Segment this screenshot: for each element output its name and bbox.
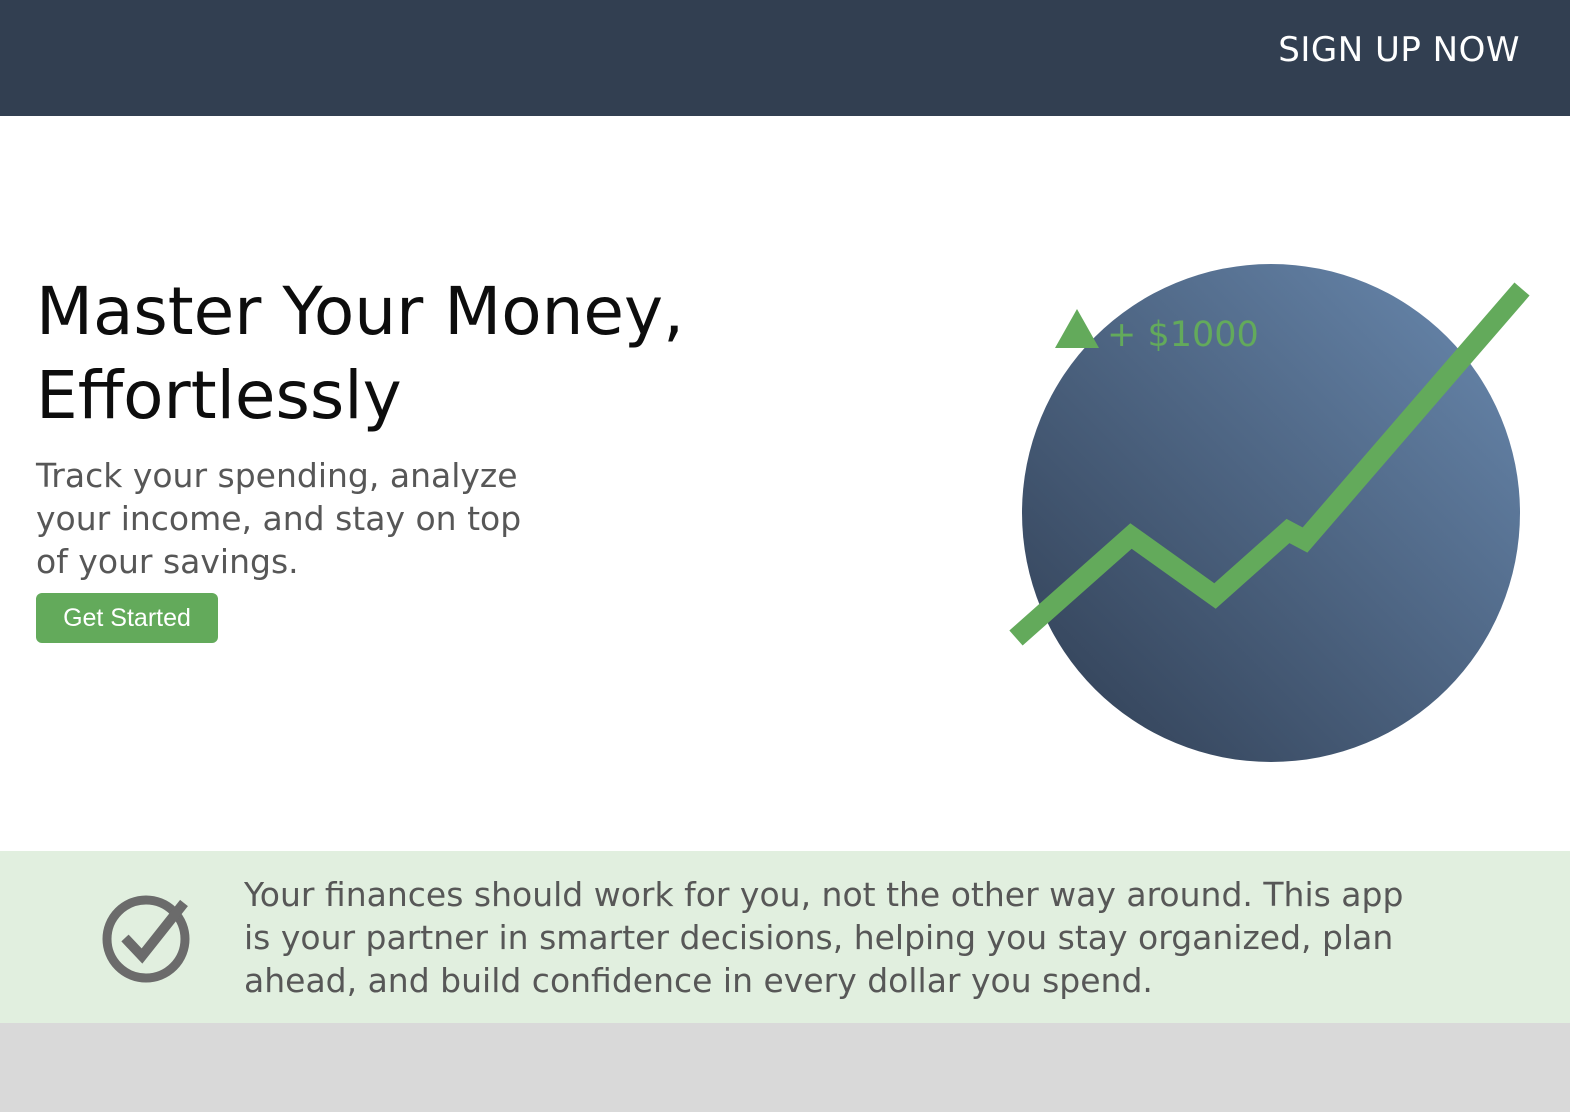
up-triangle-icon xyxy=(1055,309,1099,348)
gain-label: + $1000 xyxy=(1107,315,1259,355)
top-navigation-bar: SIGN UP NOW xyxy=(0,0,1570,116)
illustration-circle xyxy=(1022,264,1520,762)
page-footer xyxy=(0,1023,1570,1112)
check-circle-icon xyxy=(102,895,190,983)
growth-illustration: + $1000 xyxy=(1009,264,1530,762)
hero-subtitle: Track your spending, analyze your income… xyxy=(36,456,522,581)
features-text: Your finances should work for you, not t… xyxy=(244,875,1404,1000)
get-started-button[interactable]: Get Started xyxy=(36,593,218,643)
features-banner: Your finances should work for you, not t… xyxy=(0,851,1570,1023)
hero-headline: Master Your Money, Effortlessly xyxy=(36,270,796,438)
sign-up-now-link[interactable]: SIGN UP NOW xyxy=(1278,30,1520,70)
hero-section: Master Your Money, Effortlessly Track yo… xyxy=(0,116,1570,851)
headline-line-1: Master Your Money, xyxy=(36,273,685,350)
headline-line-2: Effortlessly xyxy=(36,357,402,434)
